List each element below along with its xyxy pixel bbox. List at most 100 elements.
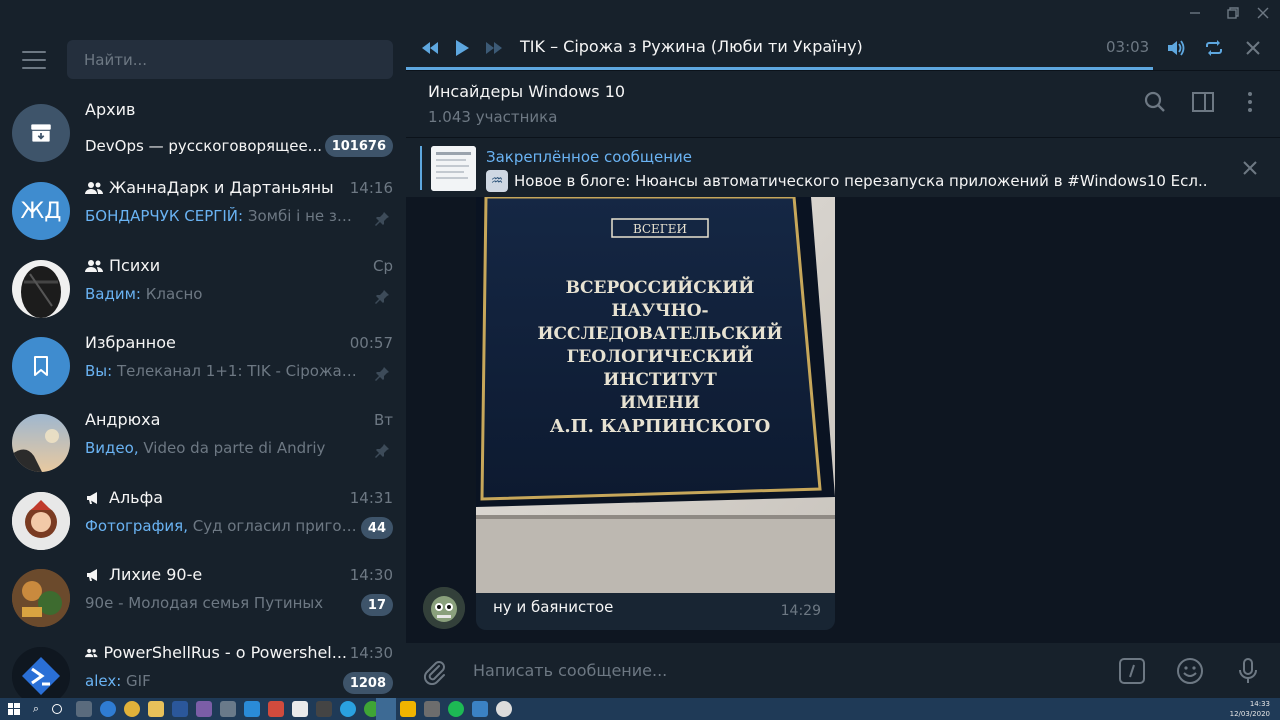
chat-preview: Вы: Телеканал 1+1: TIK - Сірожа з ... (85, 362, 360, 380)
preview-text: Суд огласил пригов... (192, 517, 357, 535)
pinned-text: Новое в блоге: Нюансы автоматического пе… (514, 172, 1206, 190)
windows-start-icon[interactable] (8, 703, 20, 715)
clock-time: 14:33 (1249, 700, 1270, 708)
emoji-icon[interactable] (1175, 656, 1205, 686)
search-icon[interactable]: ⌕ (28, 701, 44, 717)
chat-header[interactable]: Инсайдеры Windows 10 1.043 участника (406, 70, 1280, 137)
chat-item-zhannadark[interactable]: ЖД ЖаннаДарк и Дартаньяны 14:16 БОНДАРЧУ… (0, 171, 406, 249)
chat-preview: Видео, Video da parte di Andriy (85, 439, 325, 457)
chat-preview: БОНДАРЧУК СЕРГІЙ: Зомбі і не зн... (85, 207, 360, 225)
message-photo[interactable]: ВСЕГЕИ ВСЕРОССИЙСКИЙ НАУЧНО- ИССЛЕДОВАТЕ… (476, 197, 835, 593)
chat-name: Лихие 90-е (109, 565, 203, 584)
message-input[interactable] (461, 651, 1101, 689)
notepad-icon[interactable] (292, 701, 308, 717)
more-options-icon[interactable] (1237, 89, 1263, 115)
app-icon[interactable] (244, 701, 260, 717)
chat-time: Вт (373, 411, 393, 429)
previous-track-button[interactable] (418, 36, 442, 60)
unread-badge: 17 (360, 594, 393, 616)
chrome-icon[interactable] (124, 701, 140, 717)
store-icon[interactable] (172, 701, 188, 717)
app-icon[interactable] (268, 701, 284, 717)
play-icon (456, 40, 469, 56)
pinned-accent-bar (420, 146, 422, 190)
sender-avatar[interactable] (423, 587, 465, 629)
pinned-message-bar[interactable]: Закреплённое сообщение ♒ Новое в блоге: … (406, 137, 1280, 197)
search-input[interactable] (67, 40, 393, 79)
microphone-icon[interactable] (1233, 656, 1263, 686)
chat-item-archive[interactable]: Архив DevOps — русскоговорящее... 101676 (0, 93, 406, 171)
archive-avatar (12, 104, 70, 162)
track-time: 03:03 (1106, 38, 1150, 56)
preview-sender: alex: (85, 672, 122, 690)
app-icon[interactable] (400, 701, 416, 717)
spotify-icon[interactable] (448, 701, 464, 717)
edge-icon[interactable] (100, 701, 116, 717)
repeat-button[interactable] (1202, 36, 1226, 60)
preview-text: Класно (145, 285, 203, 303)
preview-sender: Вы: (85, 362, 113, 380)
pin-icon (375, 367, 389, 381)
chat-title: Инсайдеры Windows 10 (428, 82, 626, 101)
chat-name: Избранное (85, 333, 176, 352)
channel-icon (87, 568, 97, 581)
search-icon[interactable] (1142, 89, 1168, 115)
explorer-icon[interactable] (148, 701, 164, 717)
group-icon (85, 181, 103, 194)
menu-button[interactable] (20, 48, 48, 72)
close-icon (1257, 7, 1269, 19)
sign-logo: ВСЕГЕИ (633, 222, 687, 236)
next-track-button[interactable] (482, 36, 506, 60)
pinned-text-row: ♒ Новое в блоге: Нюансы автоматического … (486, 170, 1206, 192)
app-icon[interactable] (424, 701, 440, 717)
chat-name: Альфа (109, 488, 164, 507)
sign-line: ВСЕРОССИЙСКИЙ (566, 276, 755, 298)
pinned-title: Закреплённое сообщение (486, 148, 693, 166)
app-icon[interactable] (496, 701, 512, 717)
bot-commands-icon[interactable] (1117, 656, 1147, 686)
sign-line: А.П. КАРПИНСКОГО (550, 416, 771, 437)
chat-item-psikhi[interactable]: Психи Ср Вадим: Класно (0, 249, 406, 327)
hamburger-icon (22, 51, 46, 53)
telegram-icon[interactable] (340, 701, 356, 717)
app-icon[interactable] (196, 701, 212, 717)
preview-text: Телеканал 1+1: TIK - Сірожа з ... (116, 362, 360, 380)
chat-item-powershellrus[interactable]: PowerShellRus - о Powershel... 14:30 ale… (0, 636, 406, 698)
sign-line: ИНСТИТУТ (603, 370, 717, 390)
chat-item-alfa[interactable]: Альфа 14:31 Фотография, Суд огласил приг… (0, 481, 406, 559)
sidebar-toggle-icon[interactable] (1190, 89, 1216, 115)
archive-icon (31, 124, 51, 142)
chat-name: Андрюха (85, 410, 161, 429)
preview-text: Video da parte di Andriy (143, 439, 326, 457)
unread-badge: 101676 (324, 135, 393, 157)
close-icon (1246, 41, 1260, 55)
chat-item-saved-messages[interactable]: Избранное 00:57 Вы: Телеканал 1+1: TIK -… (0, 326, 406, 404)
task-view-icon[interactable] (76, 701, 92, 717)
chat-preview: alex: GIF (85, 672, 151, 690)
calculator-icon[interactable] (316, 701, 332, 717)
taskbar-clock[interactable]: 14:33 12/03/2020 (1230, 699, 1270, 719)
chat-item-andryukha[interactable]: Андрюха Вт Видео, Video da parte di Andr… (0, 403, 406, 481)
paperclip-icon[interactable] (420, 657, 448, 685)
cortana-icon[interactable] (52, 704, 62, 714)
preview-text: Зомбі і не зн... (247, 207, 360, 225)
message-bubble[interactable]: ну и баянистое 14:29 (476, 593, 835, 630)
sign-line: ГЕОЛОГИЧЕСКИЙ (567, 345, 754, 367)
maximize-button[interactable] (1216, 0, 1250, 26)
play-button[interactable] (450, 36, 474, 60)
minimize-button[interactable] (1178, 0, 1212, 26)
blog-icon: ♒ (486, 170, 508, 192)
chat-item-likhie-90e[interactable]: Лихие 90-е 14:30 90е - Молодая семья Пут… (0, 558, 406, 636)
volume-button[interactable] (1164, 36, 1188, 60)
close-player-button[interactable] (1241, 36, 1265, 60)
telegram-active-icon[interactable] (376, 698, 396, 720)
close-pinned-icon[interactable] (1240, 158, 1260, 178)
app-icon[interactable] (472, 701, 488, 717)
app-icon[interactable] (220, 701, 236, 717)
chat-time: 14:31 (349, 489, 393, 507)
hamburger-line (22, 59, 46, 61)
chat-name: PowerShellRus - о Powershel... (103, 643, 348, 662)
close-window-button[interactable] (1246, 0, 1280, 26)
sign-line: ИССЛЕДОВАТЕЛЬСКИЙ (537, 322, 782, 344)
avatar (12, 414, 70, 472)
